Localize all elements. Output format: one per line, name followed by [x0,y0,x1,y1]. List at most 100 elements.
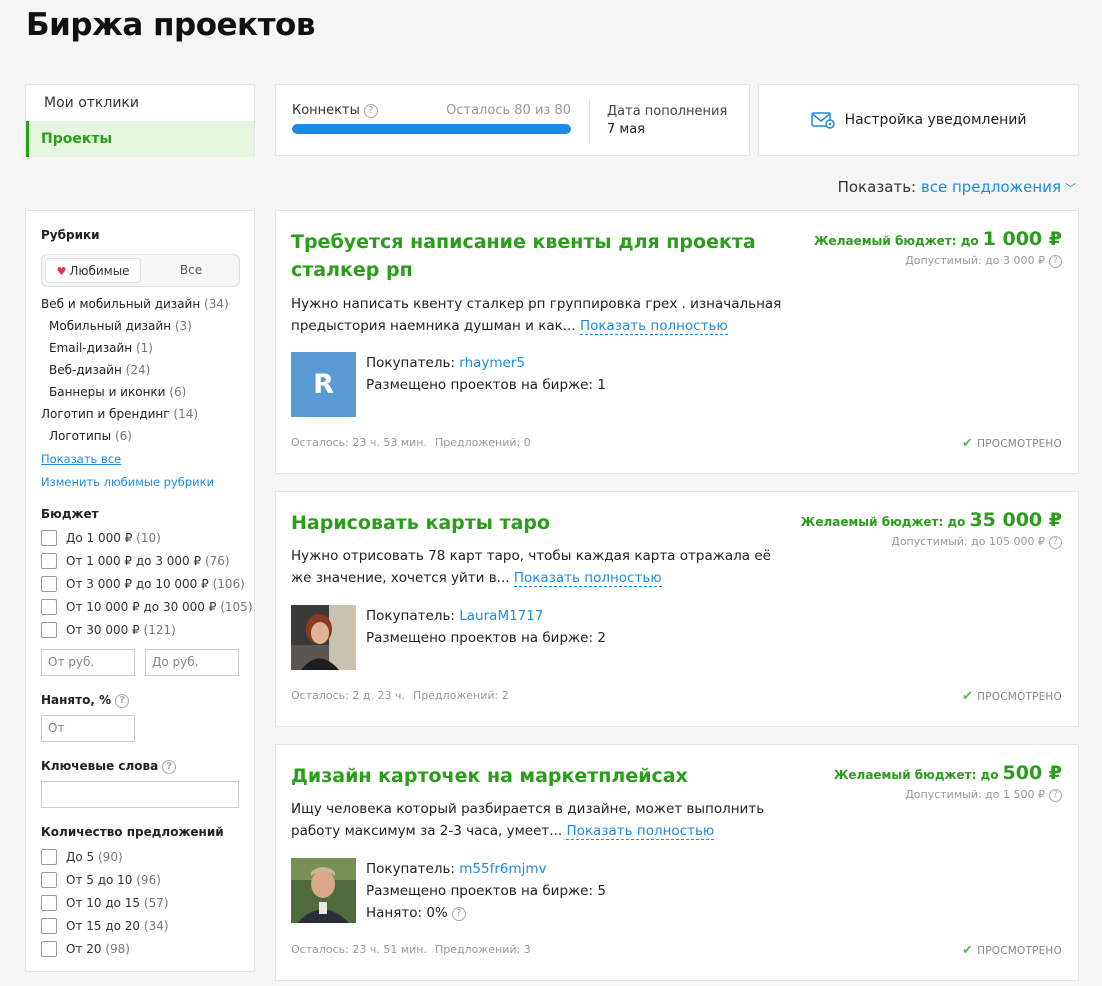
rubric-name: Email-дизайн [49,341,133,355]
option-label: От 10 до 15 [66,895,141,910]
avatar[interactable] [291,605,356,670]
budget-to-input[interactable]: До руб. [145,649,239,676]
checkbox[interactable] [41,575,57,592]
checkbox[interactable] [41,917,57,934]
change-favorite-rubrics-link[interactable]: Изменить любимые рубрики [41,475,214,489]
heart-icon: ♥ [56,265,67,278]
connects-panel: Коннекты? Осталось 80 из 80 Дата пополне… [275,84,750,156]
checkbox-option[interactable]: От 10 000 ₽ до 30 000 ₽ (105) [41,595,253,618]
checkbox[interactable] [41,529,57,546]
hired-title: Нанято, % [41,693,112,707]
offers-title: Количество предложений [41,825,224,839]
checkbox-option[interactable]: От 10 до 15 (57) [41,891,169,914]
help-icon[interactable]: ? [1049,255,1062,268]
rubric-count: (6) [169,385,187,399]
budget-title: Бюджет [41,507,99,521]
project-card: Дизайн карточек на маркетплейсах Желаемы… [275,744,1079,981]
avatar[interactable] [291,858,356,923]
checkbox-option[interactable]: До 5 (90) [41,845,169,868]
projects-placed: Размещено проектов на бирже: 5 [366,883,606,899]
help-icon[interactable]: ? [1049,789,1062,802]
tab-all[interactable]: Все [144,258,238,283]
rubric-item[interactable]: Веб и мобильный дизайн (34) [41,293,229,315]
checkbox-option[interactable]: До 1 000 ₽ (10) [41,526,253,549]
rubric-item[interactable]: Логотип и брендинг (14) [41,403,229,425]
buyer-username[interactable]: m55fr6mjmv [459,861,546,877]
time-left: Осталось: 23 ч. 51 мин. [291,943,427,956]
checkbox[interactable] [41,552,57,569]
project-card: Нарисовать карты таро Желаемый бюджет: д… [275,491,1079,727]
projects-placed: Размещено проектов на бирже: 1 [366,377,606,393]
check-icon: ✔ [962,943,974,958]
budget-from-input[interactable]: От руб. [41,649,135,676]
show-filter[interactable]: Показать: все предложения ﹀ [838,178,1076,196]
user-photo [291,605,356,670]
checkbox[interactable] [41,894,57,911]
show-all-link[interactable]: Показать все [41,452,121,466]
show-value[interactable]: все предложения [921,178,1061,196]
rubric-item[interactable]: Баннеры и иконки (6) [41,381,229,403]
projects-placed: Размещено проектов на бирже: 2 [366,630,606,646]
keywords-input[interactable] [41,781,239,808]
project-title[interactable]: Требуется написание квенты для проекта с… [291,228,811,284]
option-label: До 1 000 ₽ [66,530,133,545]
check-icon: ✔ [962,436,974,451]
option-count: (106) [212,576,245,591]
avatar[interactable]: R [291,352,356,417]
checkbox[interactable] [41,848,57,865]
filters-sidebar: Рубрики ♥ Любимые Все Веб и мобильный диз… [25,210,255,972]
help-icon[interactable]: ? [451,907,466,921]
viewed-status: ✔ ПРОСМОТРЕНО [962,689,1062,704]
connects-remaining-text: Осталось [446,103,511,118]
hired-title-wrap: Нанято, %? [41,693,130,708]
show-more-link[interactable]: Показать полностью [579,318,728,335]
checkbox[interactable] [41,871,57,888]
project-description: Ищу человека который разбирается в дизай… [291,798,791,842]
checkbox[interactable] [41,940,57,957]
viewed-label: ПРОСМОТРЕНО [977,945,1062,957]
divider [589,99,590,143]
rubric-item[interactable]: Логотипы (6) [41,425,229,447]
notification-settings-button[interactable]: Настройка уведомлений [758,84,1079,156]
checkbox-option[interactable]: От 5 до 10 (96) [41,868,169,891]
option-label: От 20 [66,941,102,956]
option-count: (10) [136,530,161,545]
rubric-count: (34) [204,297,229,311]
option-count: (98) [105,941,130,956]
project-title[interactable]: Дизайн карточек на маркетплейсах [291,762,811,790]
show-more-link[interactable]: Показать полностью [566,823,715,840]
project-description: Нужно написать квенту сталкер рп группир… [291,293,791,337]
buyer-username[interactable]: rhaymer5 [459,355,525,371]
show-more-link[interactable]: Показать полностью [513,570,662,587]
time-left: Осталось: 2 д. 23 ч. [291,689,405,702]
project-description: Нужно отрисовать 78 карт таро, чтобы каж… [291,545,791,589]
nav-item-my-responses[interactable]: Мои отклики [26,85,254,121]
checkbox-option[interactable]: От 1 000 ₽ до 3 000 ₽ (76) [41,549,253,572]
help-icon[interactable]: ? [1049,536,1062,549]
project-title[interactable]: Нарисовать карты таро [291,509,811,537]
buyer-label: Покупатель: [366,608,455,624]
checkbox-option[interactable]: От 3 000 ₽ до 10 000 ₽ (106) [41,572,253,595]
buyer-info: Покупатель: LauraM1717 Размещено проекто… [366,605,606,649]
budget-label: Желаемый бюджет: до [833,768,999,782]
rubric-item[interactable]: Веб-дизайн (24) [41,359,229,381]
help-icon[interactable]: ? [162,760,177,774]
help-icon[interactable]: ? [115,694,130,708]
rubric-item[interactable]: Email-дизайн (1) [41,337,229,359]
checkbox[interactable] [41,621,57,638]
project-meta: Осталось: 2 д. 23 ч. Предложений: 2 [291,689,509,702]
rubric-name: Веб и мобильный дизайн [41,297,201,311]
hired-input[interactable]: От [41,715,135,742]
connects-progress-fill [292,124,571,134]
tab-favorite[interactable]: ♥ Любимые [45,258,141,283]
checkbox-option[interactable]: От 15 до 20 (34) [41,914,169,937]
checkbox-option[interactable]: От 30 000 ₽ (121) [41,618,253,641]
nav-item-projects[interactable]: Проекты [26,121,254,157]
buyer-username[interactable]: LauraM1717 [459,608,543,624]
rubric-item[interactable]: Мобильный дизайн (3) [41,315,229,337]
checkbox-option[interactable]: От 20 (98) [41,937,169,960]
buyer-info: Покупатель: rhaymer5 Размещено проектов … [366,352,606,396]
rubric-name: Логотип и брендинг [41,407,170,421]
checkbox[interactable] [41,598,57,615]
help-icon[interactable]: ? [363,104,378,118]
